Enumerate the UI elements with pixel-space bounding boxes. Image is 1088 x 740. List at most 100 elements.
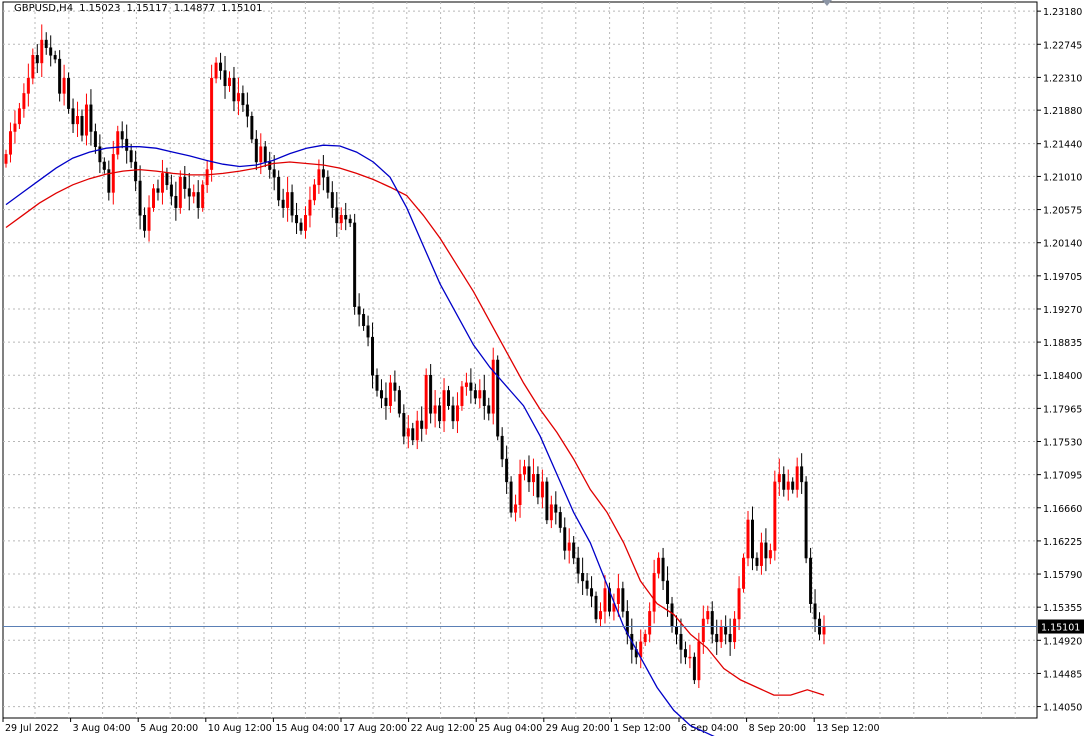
candle-body — [759, 542, 763, 566]
candle-body — [603, 588, 607, 612]
candle-body — [152, 188, 155, 208]
candle-body — [540, 481, 544, 498]
candle-body — [670, 603, 674, 627]
candle-body — [737, 588, 741, 620]
candle-body — [554, 504, 558, 513]
candle-body — [666, 580, 670, 604]
y-tick-label: 1.15790 — [1043, 570, 1082, 581]
y-tick-label: 1.23180 — [1043, 7, 1082, 18]
y-tick-label: 1.21010 — [1043, 172, 1082, 183]
candle-body — [205, 169, 209, 186]
candle-body — [639, 641, 643, 658]
candle-body — [272, 169, 276, 178]
candle-body — [295, 215, 299, 224]
candle-body — [433, 405, 437, 414]
candle-body — [473, 390, 477, 399]
y-tick-label: 1.16660 — [1043, 504, 1082, 515]
candle-body — [536, 474, 540, 498]
candle-body — [531, 474, 535, 483]
candle-body — [187, 188, 191, 197]
candle-body — [777, 474, 781, 483]
candle-body — [719, 626, 723, 643]
candle-body — [692, 656, 696, 681]
candle-body — [733, 618, 737, 643]
candle-body — [724, 626, 728, 635]
candle-body — [746, 519, 750, 559]
candle-body — [93, 131, 97, 147]
x-tick-label: 15 Aug 04:00 — [275, 723, 339, 734]
candle-body — [469, 382, 473, 391]
x-tick-label: 3 Aug 04:00 — [73, 723, 131, 734]
candle-body — [505, 458, 509, 483]
candle-body — [411, 428, 415, 441]
y-tick-label: 1.15355 — [1043, 603, 1082, 614]
candle-body — [804, 481, 808, 559]
candle-body — [616, 588, 620, 604]
candle-body — [254, 138, 258, 163]
y-tick-label: 1.18835 — [1043, 338, 1082, 349]
candle-body — [590, 588, 594, 597]
candle-body — [661, 557, 665, 582]
price-chart[interactable]: 1.23180 1.22745 1.22310 1.21880 1.21440 1.210… — [0, 0, 1088, 740]
y-tick-label: 1.21880 — [1043, 106, 1082, 117]
candle-body — [143, 215, 147, 231]
candle-body — [375, 374, 379, 391]
candle-body — [138, 180, 142, 216]
x-tick-label: 25 Aug 04:00 — [478, 723, 542, 734]
candle-body — [89, 104, 93, 132]
candle-body — [710, 611, 714, 635]
y-tick-label: 1.16225 — [1043, 537, 1082, 548]
candle-body — [71, 108, 75, 125]
candle-body — [509, 481, 513, 513]
candle-body — [558, 512, 562, 528]
candle-body — [406, 428, 410, 437]
candle-body — [415, 420, 419, 441]
candle-body — [496, 359, 500, 437]
candle-body — [688, 656, 692, 659]
candle-body — [809, 557, 813, 604]
x-tick-label: 17 Aug 20:00 — [343, 723, 407, 734]
candle-body — [822, 626, 826, 635]
candle-body — [482, 390, 486, 406]
candle-body — [514, 504, 518, 513]
candle-body — [675, 626, 678, 635]
candle-body — [326, 176, 330, 193]
candle-body — [657, 557, 661, 574]
candle-body — [523, 466, 526, 475]
candle-body — [545, 481, 549, 521]
y-tick-label: 1.20140 — [1043, 239, 1082, 250]
candle-body — [438, 405, 442, 422]
candle-body — [214, 62, 218, 79]
candle-body — [599, 611, 602, 620]
candle-body — [567, 542, 571, 551]
candle-body — [120, 131, 124, 140]
candle-body — [263, 146, 267, 163]
chart-menu-arrow-icon[interactable] — [822, 0, 832, 6]
candle-body — [442, 390, 446, 422]
candle-body — [317, 169, 321, 186]
candle-body — [728, 633, 732, 643]
x-tick-label: 5 Aug 20:00 — [140, 723, 198, 734]
candle-body — [576, 557, 580, 574]
low-value: 1.14877 — [173, 3, 216, 14]
candle-body — [335, 207, 339, 224]
candle-body — [742, 557, 746, 589]
close-value: 1.15101 — [221, 3, 263, 14]
candle-body — [178, 176, 182, 208]
candle-body — [643, 633, 647, 643]
candle-body — [388, 382, 392, 406]
candle-body — [460, 386, 464, 406]
price-tag-label: 1.15101 — [1041, 623, 1080, 634]
candle-body — [518, 474, 522, 505]
candle-body — [648, 611, 652, 635]
candle-body — [478, 390, 482, 399]
candle-body — [594, 595, 598, 620]
candle-body — [156, 188, 160, 193]
candle-body — [339, 215, 343, 224]
candle-body — [129, 150, 133, 163]
candle-body — [786, 481, 790, 490]
y-tick-label: 1.21440 — [1043, 140, 1082, 151]
candle-body — [183, 176, 187, 189]
y-tick-label: 1.14920 — [1043, 636, 1082, 647]
candle-body — [683, 649, 687, 658]
